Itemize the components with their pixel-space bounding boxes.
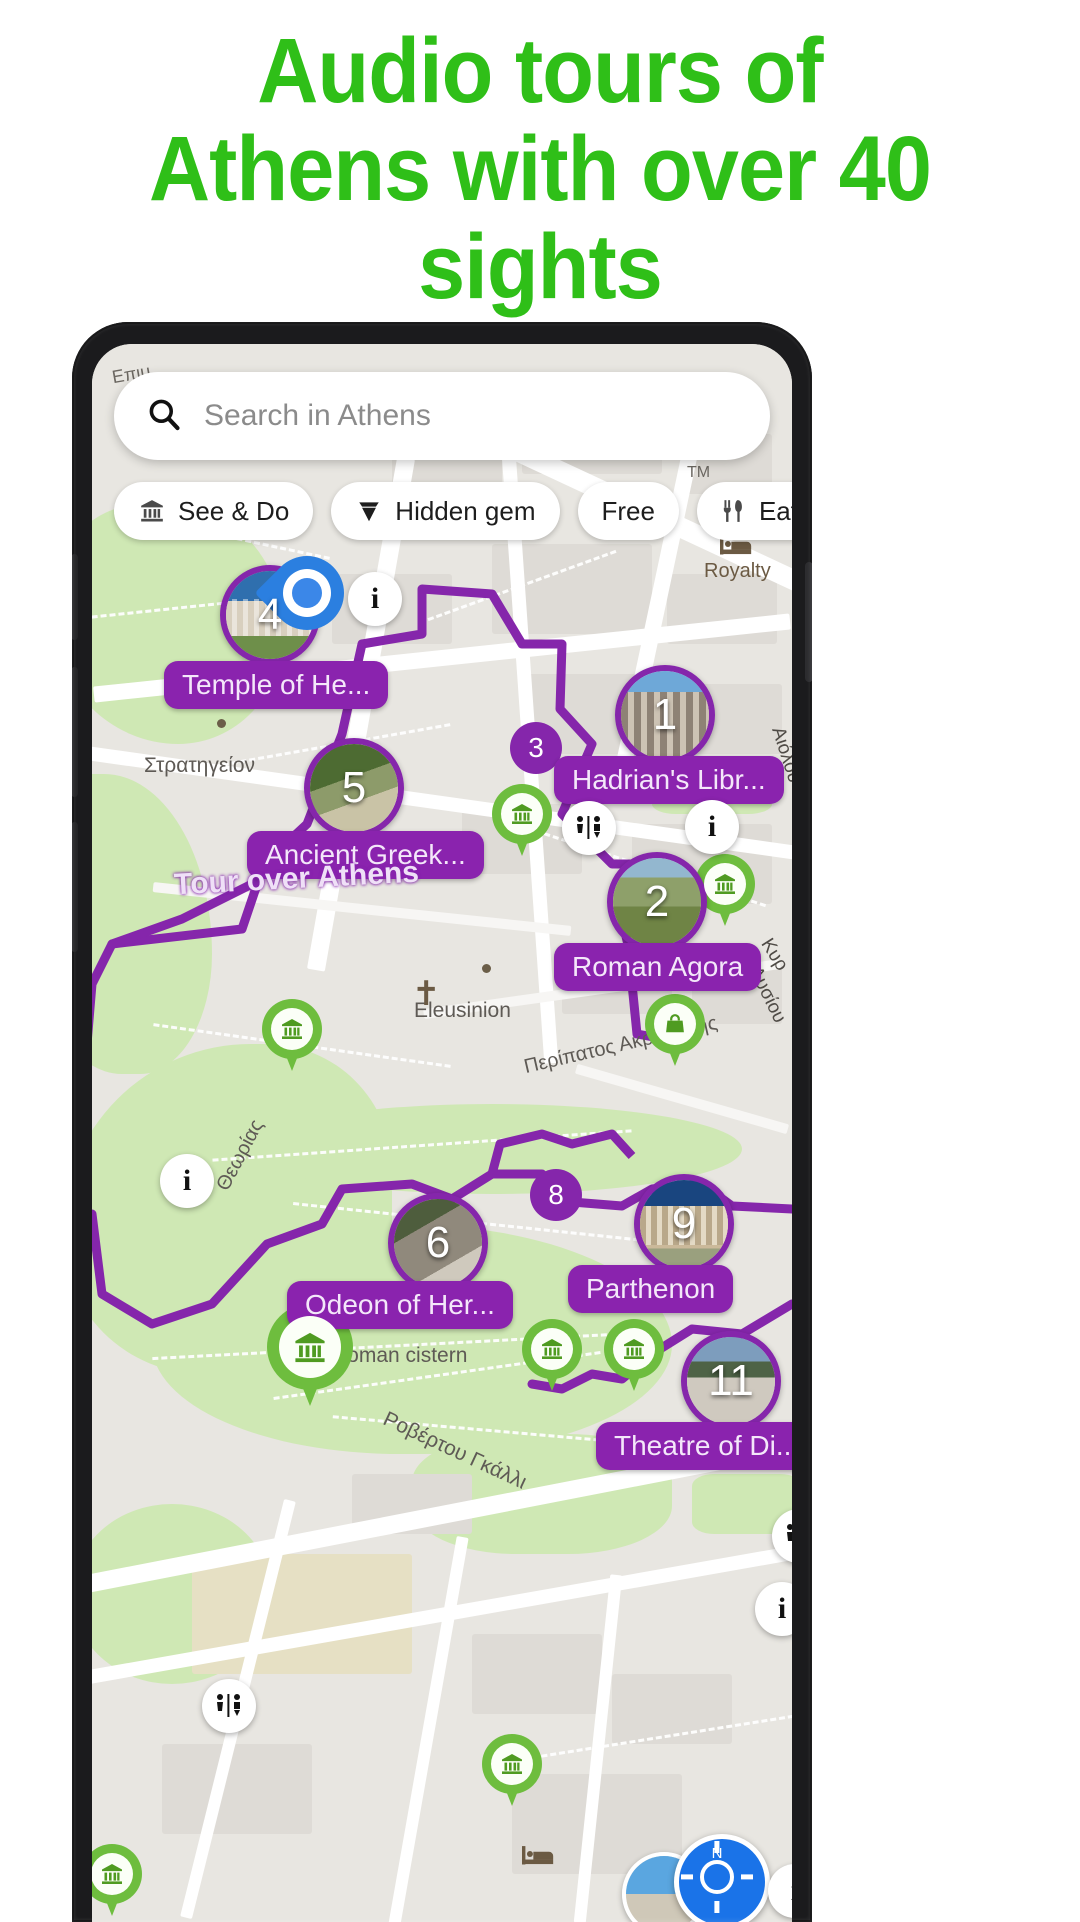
sight-label-4[interactable]: Temple of He... — [164, 661, 389, 709]
filter-chip-eat[interactable]: Eat — [696, 482, 792, 540]
phone-button-left-2 — [72, 667, 78, 797]
search-bar[interactable]: Search in Athens — [114, 372, 770, 460]
sight-number: 6 — [425, 1218, 451, 1267]
phone-button-left-1 — [72, 554, 78, 640]
hotel-poi-royalty[interactable]: Royalty — [704, 534, 771, 583]
info-icon: i — [370, 582, 380, 615]
church-cross-icon: ✝ — [412, 975, 441, 1013]
green-poi-pin-museum[interactable] — [92, 1844, 142, 1918]
hotel-name: Royalty — [704, 560, 771, 582]
museum-icon — [502, 1754, 522, 1774]
museum-icon — [295, 1332, 325, 1362]
info-button[interactable]: i — [685, 800, 739, 854]
sight-number: 2 — [644, 877, 670, 926]
info-icon: i — [777, 1592, 787, 1625]
info-button[interactable]: i — [160, 1154, 214, 1208]
green-poi-pin-shop[interactable] — [645, 994, 705, 1068]
museum-icon — [624, 1339, 644, 1359]
diamond-icon — [359, 502, 380, 522]
search-input[interactable]: Search in Athens — [204, 399, 431, 433]
green-poi-pin-museum[interactable] — [522, 1319, 582, 1393]
restroom-button[interactable] — [202, 1679, 256, 1733]
restaurant-icon — [723, 500, 742, 522]
sight-number: 5 — [341, 763, 367, 812]
bed-icon — [522, 1846, 554, 1865]
museum-icon — [102, 1864, 122, 1884]
shopping-bag-icon — [666, 1014, 684, 1033]
map-label: ΤΜ — [687, 464, 711, 481]
filter-chip-free[interactable]: Free — [577, 482, 679, 540]
sight-number: 3 — [528, 732, 544, 763]
poi-dot — [482, 964, 491, 973]
filter-chip-label: Free — [601, 495, 655, 526]
sight-marker-1[interactable]: 1 — [615, 665, 715, 765]
restroom-icon — [787, 1524, 792, 1541]
filter-chip-label: See & Do — [178, 495, 290, 526]
museum-icon — [542, 1339, 562, 1359]
filter-chip-see-and-do[interactable]: See & Do — [114, 482, 314, 540]
sight-number: 4 — [257, 590, 283, 639]
sight-marker-5[interactable]: 5 — [304, 738, 404, 838]
hotel-poi[interactable] — [522, 1844, 556, 1868]
info-icon: i — [707, 810, 717, 843]
green-poi-pin-museum[interactable] — [604, 1319, 664, 1393]
sight-label-1[interactable]: Hadrian's Libr... — [554, 756, 784, 804]
green-poi-pin-museum[interactable] — [482, 1734, 542, 1808]
filter-chip-label: Hidden gem — [395, 495, 536, 526]
info-icon: i — [791, 1874, 792, 1908]
museum-icon — [141, 500, 163, 522]
map-label: Στρατηγείον — [144, 754, 256, 777]
museum-icon — [512, 804, 532, 824]
restroom-icon — [577, 816, 600, 839]
sight-number: 11 — [708, 1356, 754, 1405]
sight-label-9[interactable]: Parthenon — [568, 1265, 734, 1313]
info-button[interactable]: i — [768, 1864, 792, 1918]
phone-button-left-3 — [72, 822, 78, 952]
phone-button-right-1 — [805, 562, 812, 682]
museum-icon — [282, 1019, 302, 1039]
sight-label-2[interactable]: Roman Agora — [554, 943, 762, 991]
sight-marker-6[interactable]: 6 — [388, 1193, 488, 1293]
filter-chip-label: Eat — [758, 495, 792, 526]
green-poi-pin-museum[interactable] — [262, 999, 322, 1073]
map-canvas[interactable]: Επιμ ΤΜ Στρατηγείον Holy Apostles Eleusi… — [92, 344, 792, 1922]
search-icon — [146, 396, 182, 437]
restroom-icon — [217, 1694, 240, 1717]
svg-text:N: N — [712, 1845, 723, 1862]
poi-dot — [217, 719, 226, 728]
filter-chip-hidden-gem[interactable]: Hidden gem — [331, 482, 560, 540]
restroom-button[interactable] — [562, 801, 616, 855]
route-name-label: Tour over Athens — [173, 855, 420, 902]
green-poi-pin-museum[interactable] — [492, 784, 552, 858]
phone-mockup: Επιμ ΤΜ Στρατηγείον Holy Apostles Eleusi… — [72, 322, 812, 1922]
info-button[interactable]: i — [348, 572, 402, 626]
sight-number: 9 — [671, 1199, 697, 1248]
museum-icon — [715, 874, 735, 894]
compass-icon: N — [681, 1841, 753, 1913]
promo-screenshot: Audio tours of Athens with over 40 sight… — [0, 0, 1080, 1922]
sight-number: 1 — [652, 690, 678, 739]
sight-number: 8 — [548, 1179, 564, 1210]
info-button[interactable]: i — [755, 1582, 792, 1636]
sight-marker-11[interactable]: 11 — [681, 1331, 781, 1431]
sight-marker-8[interactable]: 8 — [530, 1169, 582, 1221]
phone-screen: Επιμ ΤΜ Στρατηγείον Holy Apostles Eleusi… — [92, 344, 792, 1922]
filter-chip-row[interactable]: See & Do Hidden gem Free Ea — [114, 482, 792, 540]
sight-marker-2[interactable]: 2 — [607, 852, 707, 952]
compass-button[interactable]: N — [674, 1834, 770, 1922]
sight-label-11[interactable]: Theatre of Di... — [596, 1422, 792, 1470]
page-title: Audio tours of Athens with over 40 sight… — [148, 20, 932, 318]
sight-marker-9[interactable]: 9 — [634, 1174, 734, 1274]
info-icon: i — [182, 1164, 192, 1197]
